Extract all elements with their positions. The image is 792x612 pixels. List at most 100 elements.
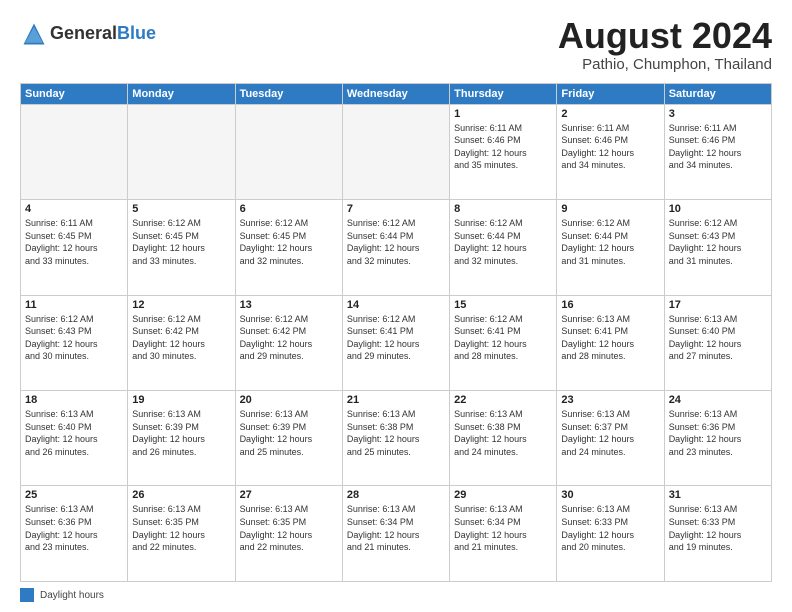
calendar-cell: 16Sunrise: 6:13 AM Sunset: 6:41 PM Dayli… [557,295,664,390]
calendar-cell: 12 Sunrise: 6:12 AM Sunset: 6:42 PM Dayli… [128,295,235,390]
day-info: Sunrise: 6:12 AM Sunset: 6:43 PM Dayligh… [25,313,123,363]
day-number: 28 [347,489,445,501]
day-info: Sunrise: 6:11 AM Sunset: 6:45 PM Dayligh… [25,217,123,267]
day-info: Sunrise: 6:12 AM Sunset: 6:44 PM Dayligh… [561,217,659,267]
day-number: 25 [25,489,123,501]
day-info: Sunrise: 6:12 AM Sunset: 6:44 PM Dayligh… [347,217,445,267]
day-info: Sunrise: 6:12 AM Sunset: 6:42 PM Dayligh… [240,313,338,363]
calendar-cell [342,104,449,199]
day-number: 23 [561,394,659,406]
calendar-cell: 24Sunrise: 6:13 AM Sunset: 6:36 PM Dayli… [664,391,771,486]
calendar-cell: 27 Sunrise: 6:13 AM Sunset: 6:35 PM Dayli… [235,486,342,582]
title-block: August 2024 Pathio, Chumphon, Thailand [558,16,772,73]
calendar-cell: 5 Sunrise: 6:12 AM Sunset: 6:45 PM Daylig… [128,200,235,295]
day-info: Sunrise: 6:12 AM Sunset: 6:43 PM Dayligh… [669,217,767,267]
calendar-header-monday: Monday [128,83,235,104]
calendar-cell: 25 Sunrise: 6:13 AM Sunset: 6:36 PM Dayli… [21,486,128,582]
calendar-cell: 9 Sunrise: 6:12 AM Sunset: 6:44 PM Daylig… [557,200,664,295]
calendar-cell: 30 Sunrise: 6:13 AM Sunset: 6:33 PM Dayli… [557,486,664,582]
calendar-cell [21,104,128,199]
logo-blue: Blue [117,23,156,43]
calendar-header-row: SundayMondayTuesdayWednesdayThursdayFrid… [21,83,772,104]
day-info: Sunrise: 6:12 AM Sunset: 6:45 PM Dayligh… [132,217,230,267]
calendar-header-wednesday: Wednesday [342,83,449,104]
calendar-header-thursday: Thursday [450,83,557,104]
calendar-cell: 14 Sunrise: 6:12 AM Sunset: 6:41 PM Dayli… [342,295,449,390]
legend-box [20,588,34,602]
day-number: 18 [25,394,123,406]
day-number: 14 [347,299,445,311]
day-number: 13 [240,299,338,311]
calendar-week-4: 25 Sunrise: 6:13 AM Sunset: 6:36 PM Dayli… [21,486,772,582]
day-number: 16 [561,299,659,311]
day-number: 1 [454,108,552,120]
day-number: 5 [132,203,230,215]
day-info: Sunrise: 6:12 AM Sunset: 6:41 PM Dayligh… [347,313,445,363]
day-info: Sunrise: 6:12 AM Sunset: 6:42 PM Dayligh… [132,313,230,363]
calendar-cell: 2Sunrise: 6:11 AM Sunset: 6:46 PM Daylig… [557,104,664,199]
day-info: Sunrise: 6:13 AM Sunset: 6:36 PM Dayligh… [25,503,123,553]
calendar-cell: 31Sunrise: 6:13 AM Sunset: 6:33 PM Dayli… [664,486,771,582]
calendar-cell: 26Sunrise: 6:13 AM Sunset: 6:35 PM Dayli… [128,486,235,582]
day-info: Sunrise: 6:13 AM Sunset: 6:33 PM Dayligh… [669,503,767,553]
day-number: 10 [669,203,767,215]
calendar-cell: 7 Sunrise: 6:12 AM Sunset: 6:44 PM Daylig… [342,200,449,295]
day-number: 4 [25,203,123,215]
day-number: 12 [132,299,230,311]
day-info: Sunrise: 6:13 AM Sunset: 6:35 PM Dayligh… [132,503,230,553]
day-number: 24 [669,394,767,406]
day-info: Sunrise: 6:13 AM Sunset: 6:39 PM Dayligh… [240,408,338,458]
day-info: Sunrise: 6:13 AM Sunset: 6:40 PM Dayligh… [669,313,767,363]
calendar-week-1: 4 Sunrise: 6:11 AM Sunset: 6:45 PM Daylig… [21,200,772,295]
calendar-header-saturday: Saturday [664,83,771,104]
day-number: 7 [347,203,445,215]
day-number: 9 [561,203,659,215]
legend-label: Daylight hours [40,590,104,601]
calendar-table: SundayMondayTuesdayWednesdayThursdayFrid… [20,83,772,582]
calendar-cell: 29 Sunrise: 6:13 AM Sunset: 6:34 PM Dayli… [450,486,557,582]
day-info: Sunrise: 6:13 AM Sunset: 6:33 PM Dayligh… [561,503,659,553]
day-info: Sunrise: 6:13 AM Sunset: 6:35 PM Dayligh… [240,503,338,553]
day-info: Sunrise: 6:13 AM Sunset: 6:39 PM Dayligh… [132,408,230,458]
logo: GeneralBlue [20,20,156,48]
calendar-header-friday: Friday [557,83,664,104]
calendar-week-3: 18 Sunrise: 6:13 AM Sunset: 6:40 PM Dayli… [21,391,772,486]
day-info: Sunrise: 6:13 AM Sunset: 6:40 PM Dayligh… [25,408,123,458]
day-info: Sunrise: 6:13 AM Sunset: 6:34 PM Dayligh… [347,503,445,553]
day-info: Sunrise: 6:12 AM Sunset: 6:44 PM Dayligh… [454,217,552,267]
day-number: 29 [454,489,552,501]
day-info: Sunrise: 6:13 AM Sunset: 6:38 PM Dayligh… [347,408,445,458]
calendar-cell [128,104,235,199]
calendar-cell: 22 Sunrise: 6:13 AM Sunset: 6:38 PM Dayli… [450,391,557,486]
day-info: Sunrise: 6:12 AM Sunset: 6:45 PM Dayligh… [240,217,338,267]
day-number: 27 [240,489,338,501]
calendar-week-2: 11Sunrise: 6:12 AM Sunset: 6:43 PM Dayli… [21,295,772,390]
day-number: 20 [240,394,338,406]
footer: Daylight hours [20,588,772,602]
day-info: Sunrise: 6:12 AM Sunset: 6:41 PM Dayligh… [454,313,552,363]
calendar-cell: 10 Sunrise: 6:12 AM Sunset: 6:43 PM Dayli… [664,200,771,295]
calendar-cell: 1Sunrise: 6:11 AM Sunset: 6:46 PM Daylig… [450,104,557,199]
day-info: Sunrise: 6:13 AM Sunset: 6:37 PM Dayligh… [561,408,659,458]
page: GeneralBlue August 2024 Pathio, Chumphon… [0,0,792,612]
day-number: 22 [454,394,552,406]
calendar-week-0: 1 Sunrise: 6:11 AM Sunset: 6:46 PM Daylig… [21,104,772,199]
month-title: August 2024 [558,16,772,56]
calendar-cell: 28 Sunrise: 6:13 AM Sunset: 6:34 PM Dayli… [342,486,449,582]
calendar-cell: 13 Sunrise: 6:12 AM Sunset: 6:42 PM Dayli… [235,295,342,390]
day-number: 17 [669,299,767,311]
header: GeneralBlue August 2024 Pathio, Chumphon… [20,16,772,73]
calendar-cell: 8Sunrise: 6:12 AM Sunset: 6:44 PM Daylig… [450,200,557,295]
day-info: Sunrise: 6:11 AM Sunset: 6:46 PM Dayligh… [669,122,767,172]
calendar-cell: 4 Sunrise: 6:11 AM Sunset: 6:45 PM Daylig… [21,200,128,295]
day-info: Sunrise: 6:13 AM Sunset: 6:34 PM Dayligh… [454,503,552,553]
calendar-cell: 21 Sunrise: 6:13 AM Sunset: 6:38 PM Dayli… [342,391,449,486]
calendar-cell: 15Sunrise: 6:12 AM Sunset: 6:41 PM Dayli… [450,295,557,390]
calendar-cell: 17 Sunrise: 6:13 AM Sunset: 6:40 PM Dayli… [664,295,771,390]
day-number: 21 [347,394,445,406]
calendar-header-tuesday: Tuesday [235,83,342,104]
day-info: Sunrise: 6:13 AM Sunset: 6:38 PM Dayligh… [454,408,552,458]
day-number: 30 [561,489,659,501]
calendar-header-sunday: Sunday [21,83,128,104]
calendar-cell: 18 Sunrise: 6:13 AM Sunset: 6:40 PM Dayli… [21,391,128,486]
